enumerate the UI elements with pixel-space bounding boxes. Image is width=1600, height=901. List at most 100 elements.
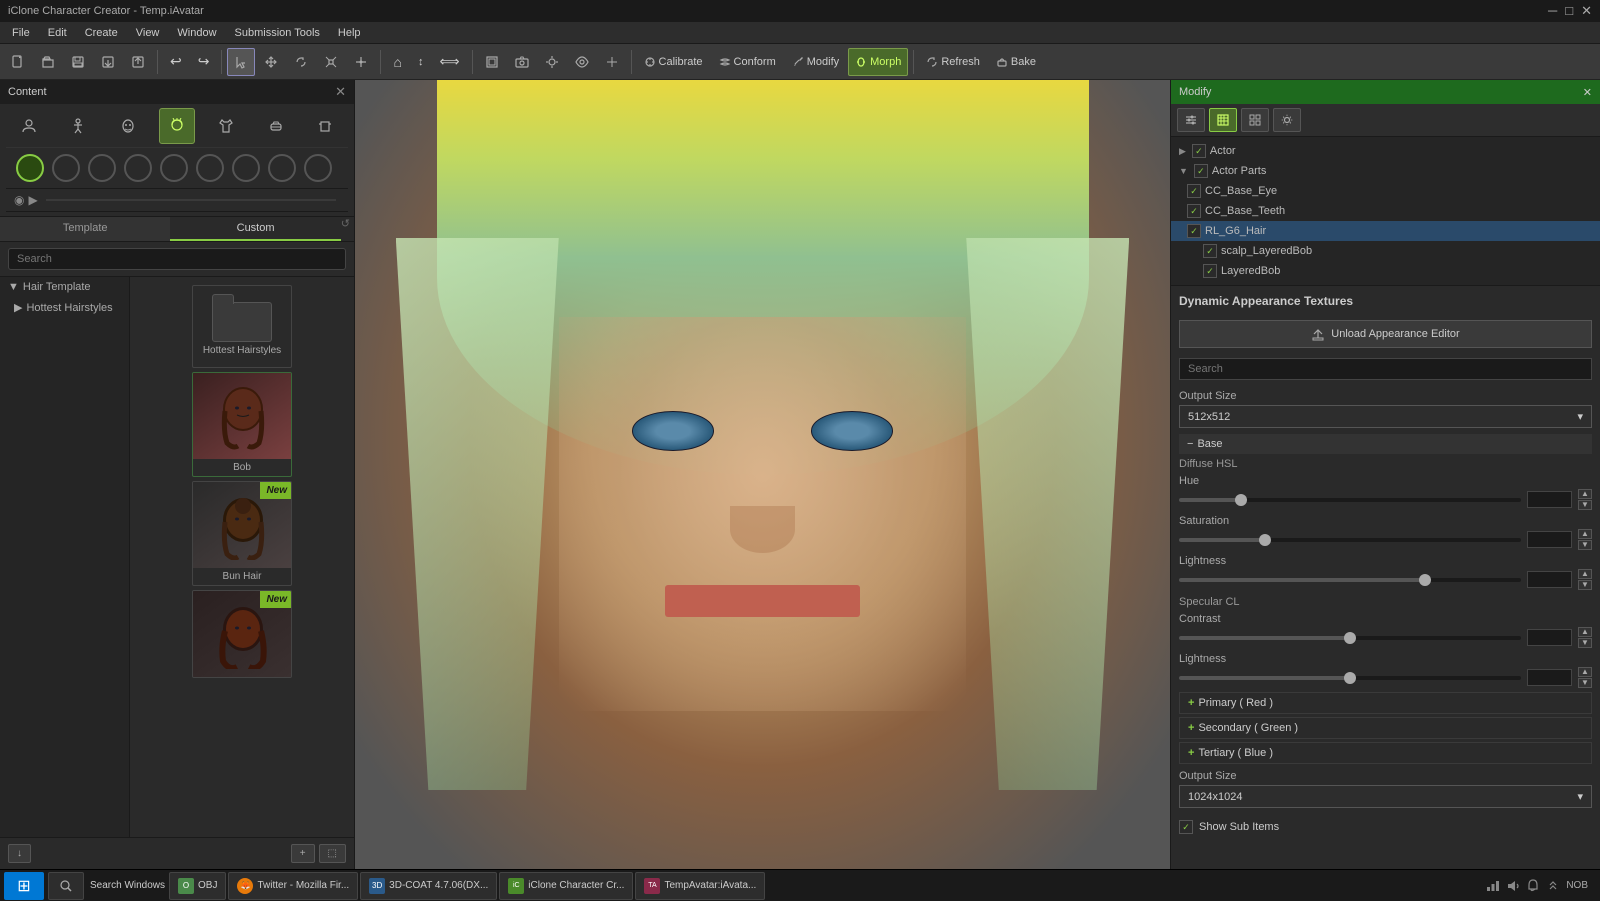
pan-button[interactable] [347, 48, 375, 76]
menu-create[interactable]: Create [77, 25, 126, 41]
at-hair[interactable]: ✓ RL_G6_Hair [1171, 221, 1600, 241]
rotate-button[interactable] [287, 48, 315, 76]
contrast-up-btn[interactable]: ▲ [1578, 627, 1592, 637]
tab-settings-icon[interactable]: ↺ [341, 217, 350, 241]
icon-face[interactable] [110, 108, 146, 144]
circle-btn-6[interactable] [196, 154, 224, 182]
circle-btn-8[interactable] [268, 154, 296, 182]
at-check-hair[interactable]: ✓ [1187, 224, 1201, 238]
at-check-eye[interactable]: ✓ [1187, 184, 1201, 198]
modify-button[interactable]: Modify [785, 48, 846, 76]
rt-grid-btn[interactable] [1241, 108, 1269, 132]
refresh-button[interactable]: Refresh [919, 48, 987, 76]
grid-bun[interactable]: New Bun Hair [192, 481, 292, 586]
hue-down-btn[interactable]: ▼ [1578, 500, 1592, 510]
at-layered-bob[interactable]: ✓ LayeredBob [1171, 261, 1600, 281]
nav-btn2[interactable]: ↕ [411, 48, 431, 76]
select-button[interactable] [227, 48, 255, 76]
secondary-row[interactable]: + Secondary ( Green ) [1179, 717, 1592, 739]
taskbar-obj[interactable]: O OBJ [169, 872, 226, 900]
contrast-track[interactable] [1179, 636, 1521, 640]
view-button[interactable] [568, 48, 596, 76]
rt-sliders-btn[interactable] [1177, 108, 1205, 132]
circle-btn-2[interactable] [52, 154, 80, 182]
move-button[interactable] [257, 48, 285, 76]
morph-button[interactable]: Morph [848, 48, 908, 76]
taskbar-3dcoat[interactable]: 3D 3D-COAT 4.7.06(DX... [360, 872, 497, 900]
at-scalp[interactable]: ✓ scalp_LayeredBob [1171, 241, 1600, 261]
light-down-btn[interactable]: ▼ [1578, 580, 1592, 590]
hue-up-btn[interactable]: ▲ [1578, 489, 1592, 499]
rt-texture-btn[interactable] [1209, 108, 1237, 132]
grid-button[interactable] [598, 48, 626, 76]
light-button[interactable] [538, 48, 566, 76]
import-button[interactable] [94, 48, 122, 76]
contrast-value[interactable]: 0.00 [1527, 629, 1572, 646]
nav-home-button[interactable]: ⌂ [386, 48, 408, 76]
menu-edit[interactable]: Edit [40, 25, 75, 41]
circle-btn-3[interactable] [88, 154, 116, 182]
icon-accessories[interactable] [258, 108, 294, 144]
tab-template[interactable]: Template [0, 217, 170, 241]
grid-folder[interactable]: Hottest Hairstyles [192, 285, 292, 368]
taskbar-firefox[interactable]: 🦊 Twitter - Mozilla Fir... [228, 872, 358, 900]
at-check-actor[interactable]: ✓ [1192, 144, 1206, 158]
start-button[interactable]: ⊞ [4, 872, 44, 900]
sat-down-btn[interactable]: ▼ [1578, 540, 1592, 550]
at-check-layered[interactable]: ✓ [1203, 264, 1217, 278]
bake-button[interactable]: Bake [989, 48, 1043, 76]
saturation-value[interactable]: 0.23 [1527, 531, 1572, 548]
export-button[interactable] [124, 48, 152, 76]
grid-new3[interactable]: New [192, 590, 292, 678]
conform-button[interactable]: Conform [712, 48, 783, 76]
at-base-teeth[interactable]: ✓ CC_Base_Teeth [1171, 201, 1600, 221]
hue-track[interactable] [1179, 498, 1521, 502]
lightness-value[interactable]: 0.70 [1527, 571, 1572, 588]
rt-gear-btn[interactable] [1273, 108, 1301, 132]
tab-custom[interactable]: Custom [170, 217, 340, 241]
at-check-scalp[interactable]: ✓ [1203, 244, 1217, 258]
menu-help[interactable]: Help [330, 25, 369, 41]
light-up-btn[interactable]: ▲ [1578, 569, 1592, 579]
at-actor[interactable]: ▶ ✓ Actor [1171, 141, 1600, 161]
spec-lightness-value[interactable]: 0.00 [1527, 669, 1572, 686]
spec-light-up-btn[interactable]: ▲ [1578, 667, 1592, 677]
at-check-parts[interactable]: ✓ [1194, 164, 1208, 178]
nav-back[interactable]: ◉ [14, 193, 24, 207]
camera-button[interactable] [508, 48, 536, 76]
open-file-button[interactable] [34, 48, 62, 76]
viewport[interactable] [355, 80, 1170, 869]
grid-bob[interactable]: Bob [192, 372, 292, 477]
circle-btn-1[interactable] [16, 154, 44, 182]
icon-clothing[interactable] [208, 108, 244, 144]
output-size2-dropdown[interactable]: 1024x1024 ▾ [1179, 785, 1592, 808]
nav-btn3[interactable]: ⟺ [432, 48, 466, 76]
menu-submission[interactable]: Submission Tools [227, 25, 328, 41]
saturation-track[interactable] [1179, 538, 1521, 542]
right-search-input[interactable] [1179, 358, 1592, 380]
maximize-button[interactable]: □ [1565, 3, 1573, 19]
circle-btn-4[interactable] [124, 154, 152, 182]
menu-file[interactable]: File [4, 25, 38, 41]
hue-value[interactable]: 0.09 [1527, 491, 1572, 508]
contrast-down-btn[interactable]: ▼ [1578, 638, 1592, 648]
options-btn[interactable]: ⬚ [319, 844, 346, 863]
primary-row[interactable]: + Primary ( Red ) [1179, 692, 1592, 714]
search-taskbar-label[interactable]: Search Windows [90, 880, 165, 891]
circle-btn-9[interactable] [304, 154, 332, 182]
spec-lightness-track[interactable] [1179, 676, 1521, 680]
base-section-header[interactable]: − Base [1179, 434, 1592, 454]
redo-button[interactable]: ↪ [191, 48, 217, 76]
menu-window[interactable]: Window [169, 25, 224, 41]
tertiary-row[interactable]: + Tertiary ( Blue ) [1179, 742, 1592, 764]
icon-body[interactable] [60, 108, 96, 144]
circle-btn-5[interactable] [160, 154, 188, 182]
minimize-button[interactable]: ─ [1548, 3, 1557, 19]
lightness-track[interactable] [1179, 578, 1521, 582]
at-check-teeth[interactable]: ✓ [1187, 204, 1201, 218]
scroll-down-btn[interactable]: ↓ [8, 844, 31, 863]
icon-hair[interactable] [159, 108, 195, 144]
circle-btn-7[interactable] [232, 154, 260, 182]
close-button[interactable]: ✕ [1581, 3, 1592, 19]
tree-hottest-hairstyles[interactable]: ▶ Hottest Hairstyles [0, 297, 129, 318]
